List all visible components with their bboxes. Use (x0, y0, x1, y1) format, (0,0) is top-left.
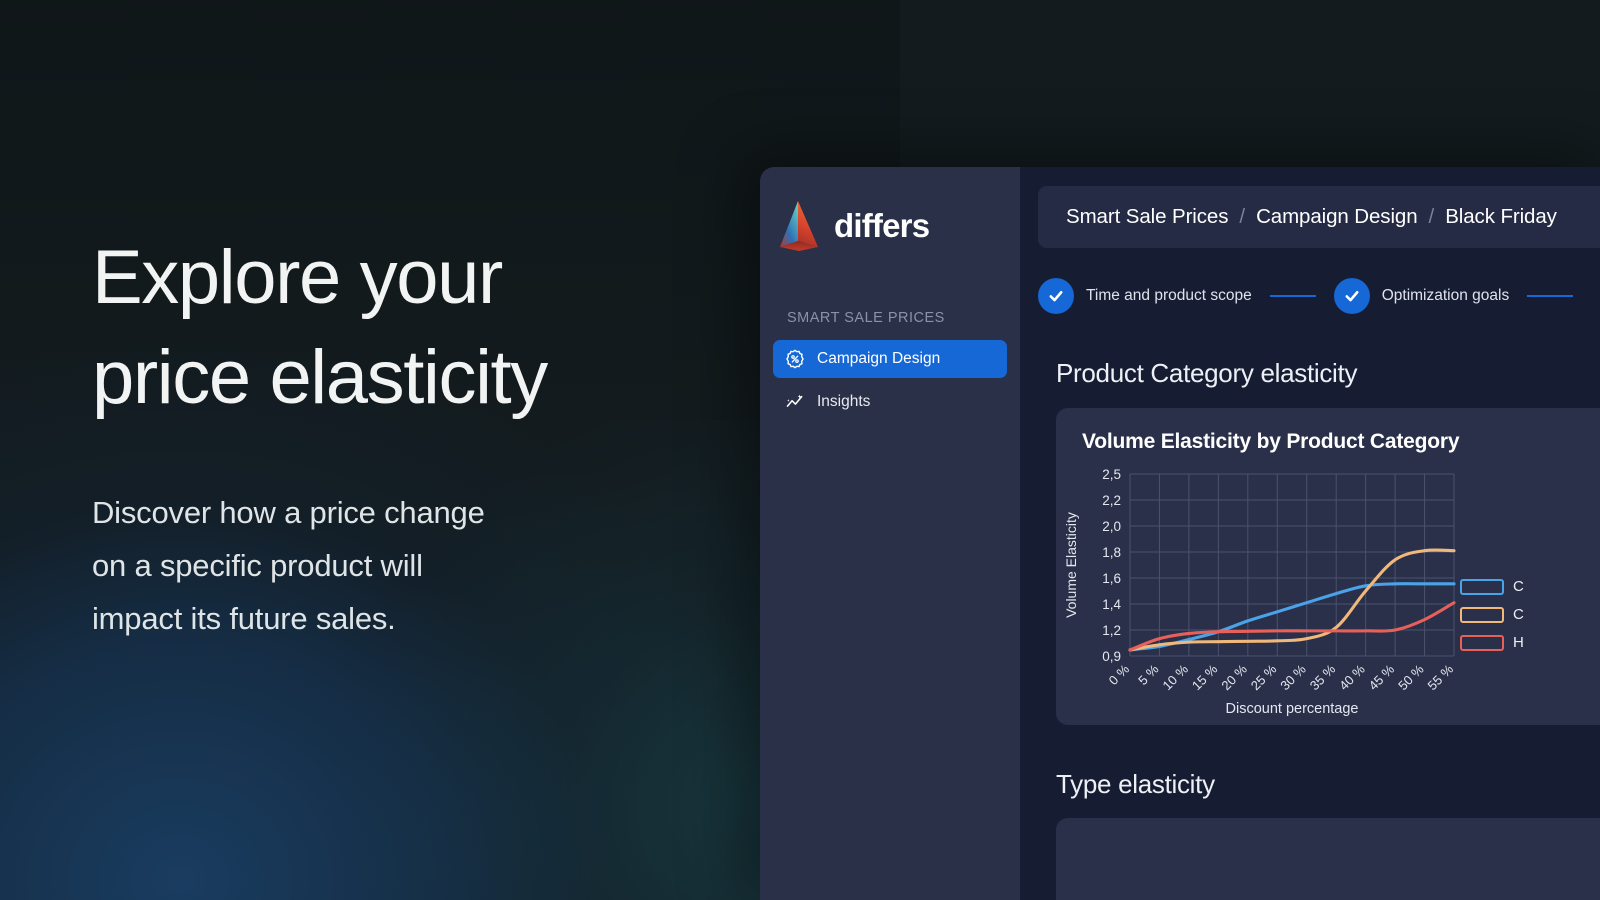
legend-swatch (1460, 634, 1504, 651)
legend-label: C (1513, 578, 1524, 595)
check-icon (1049, 290, 1063, 302)
y-axis-tick-label: 0,9 (1102, 649, 1121, 664)
differs-logo-icon (780, 201, 818, 251)
y-axis-tick-label: 2,0 (1102, 519, 1121, 534)
step-time-and-product-scope[interactable]: Time and product scope (1038, 278, 1252, 314)
screenshot-stage: Explore your price elasticity Discover h… (0, 0, 1600, 900)
chart-card-type-elasticity (1056, 818, 1600, 900)
sidebar-item-campaign-design[interactable]: Campaign Design (773, 340, 1007, 378)
legend-item[interactable]: C (1460, 604, 1524, 625)
y-axis-tick-label: 1,6 (1102, 571, 1121, 586)
sidebar-section-label: SMART SALE PRICES (787, 310, 945, 326)
app-window: differs SMART SALE PRICES Campaign Desig… (760, 167, 1600, 900)
breadcrumb-separator: / (1428, 205, 1435, 228)
hero-title: Explore your price elasticity (92, 235, 548, 420)
x-axis-tick-label: 45 % (1366, 661, 1398, 693)
hero-subtitle: Discover how a price change on a specifi… (92, 495, 485, 636)
step-connector (1269, 295, 1316, 297)
sidebar-item-label: Campaign Design (817, 350, 941, 367)
sparkle-chart-icon (786, 394, 803, 407)
breadcrumb-item-black-friday[interactable]: Black Friday (1445, 205, 1557, 229)
brand[interactable]: differs (760, 167, 1020, 252)
sidebar-item-insights[interactable]: Insights (773, 383, 1007, 421)
legend-item[interactable]: H (1460, 632, 1524, 653)
y-axis-tick-label: 2,2 (1102, 493, 1121, 508)
y-axis-tick-label: 1,8 (1102, 545, 1121, 560)
legend-label: H (1513, 634, 1524, 651)
brand-name: differs (834, 207, 930, 244)
step-optimization-goals[interactable]: Optimization goals (1333, 278, 1510, 314)
x-axis-tick-label: 55 % (1425, 661, 1457, 693)
x-axis-tick-label: 50 % (1395, 661, 1427, 693)
section-title-type-elasticity: Type elasticity (1056, 769, 1215, 799)
progress-stepper: Time and product scope Optimization goal… (1038, 278, 1600, 314)
sidebar-item-label: Insights (817, 393, 871, 410)
legend-label: C (1513, 606, 1524, 623)
main-panel: Smart Sale Prices / Campaign Design / Bl… (1020, 167, 1600, 900)
x-axis-tick-label: 40 % (1336, 661, 1368, 693)
x-axis-tick-label: 25 % (1248, 661, 1280, 693)
legend-swatch (1460, 606, 1504, 623)
x-axis-tick-label: 15 % (1189, 661, 1221, 693)
legend-swatch (1460, 578, 1504, 595)
step-label: Optimization goals (1381, 287, 1510, 304)
percent-badge-icon (786, 349, 804, 369)
x-axis-tick-label: 30 % (1277, 661, 1309, 693)
y-axis-tick-label: 1,2 (1102, 623, 1121, 638)
step-check-badge (1333, 278, 1370, 314)
chart-title: Volume Elasticity by Product Category (1082, 430, 1460, 453)
sidebar: differs SMART SALE PRICES Campaign Desig… (760, 167, 1020, 900)
step-check-badge (1038, 278, 1074, 314)
chart-legend: CCH (1460, 576, 1524, 653)
x-axis-tick-label: 10 % (1159, 661, 1191, 693)
x-axis-tick-label: 5 % (1135, 661, 1162, 688)
x-axis-tick-label: 35 % (1307, 661, 1339, 693)
y-axis-title: Volume Elasticity (1063, 512, 1079, 618)
step-connector (1527, 295, 1574, 297)
breadcrumb-item-smart-sale-prices[interactable]: Smart Sale Prices (1066, 205, 1228, 229)
hero-section: Explore your price elasticity Discover h… (92, 228, 712, 645)
legend-item[interactable]: C (1460, 576, 1524, 597)
breadcrumb-separator: / (1239, 205, 1246, 228)
x-axis-title: Discount percentage (1226, 701, 1359, 717)
chart-card-volume-elasticity: Volume Elasticity by Product Category 2,… (1056, 408, 1600, 725)
x-axis-tick-label: 20 % (1218, 661, 1250, 693)
y-axis-tick-label: 2,5 (1102, 467, 1121, 482)
breadcrumb: Smart Sale Prices / Campaign Design / Bl… (1038, 186, 1600, 248)
section-title-product-category: Product Category elasticity (1056, 358, 1358, 388)
check-icon (1345, 290, 1359, 302)
step-label: Time and product scope (1086, 287, 1252, 304)
x-axis-tick-label: 0 % (1106, 661, 1133, 688)
sidebar-nav: Campaign Design Insights (760, 340, 1020, 421)
breadcrumb-item-campaign-design[interactable]: Campaign Design (1256, 205, 1418, 229)
y-axis-tick-label: 1,4 (1102, 597, 1121, 612)
